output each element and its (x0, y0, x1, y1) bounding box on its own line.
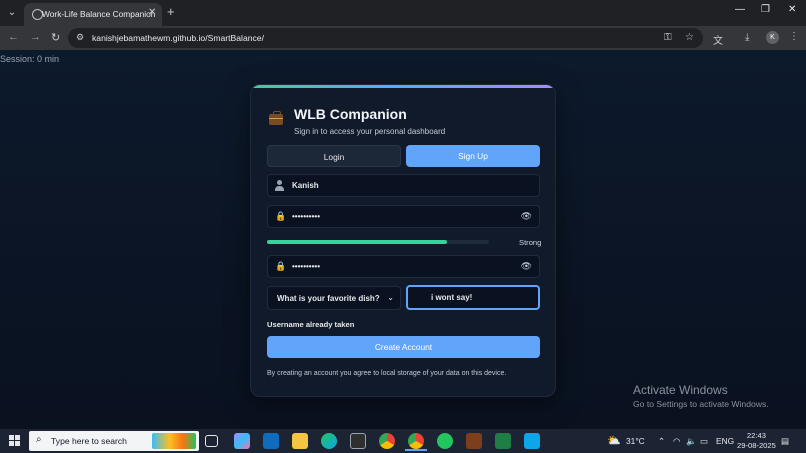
lock-icon: 🔒 (275, 211, 287, 221)
network-icon[interactable]: ◠ (673, 436, 680, 446)
username-field[interactable]: Kanish (267, 174, 540, 197)
auth-card: WLB Companion Sign in to access your per… (250, 84, 556, 397)
security-question-value: What is your favorite dish? (277, 294, 380, 303)
tray-chevron-icon[interactable]: ⌃ (658, 436, 665, 446)
password-strength-fill (267, 240, 447, 244)
volume-icon[interactable]: 🔈 (686, 436, 696, 447)
battery-icon[interactable]: ▭ (700, 436, 708, 446)
card-subtitle: Sign in to access your personal dashboar… (294, 127, 446, 136)
tab-title: Work-Life Balance Companion (42, 9, 156, 19)
back-icon[interactable]: ← (8, 31, 19, 43)
user-icon (275, 180, 284, 191)
address-bar[interactable]: ⚙ kanishjebamathewm.github.io/SmartBalan… (68, 28, 703, 48)
browser-tab-bar: ⌄ Work-Life Balance Companion ✕ + — ❐ ✕ (0, 0, 806, 26)
password-value: •••••••••• (292, 212, 321, 221)
window-close-icon[interactable]: ✕ (788, 4, 796, 15)
new-tab-icon[interactable]: + (167, 4, 175, 19)
weather-temp: 31°C (626, 436, 645, 446)
taskbar-search-placeholder: Type here to search (51, 436, 127, 446)
menu-icon[interactable]: ⋮ (789, 31, 799, 42)
tab-login[interactable]: Login (267, 145, 401, 167)
confirm-password-value: •••••••••• (292, 262, 321, 271)
search-icon: ⌕ (36, 434, 42, 445)
forward-icon[interactable]: → (30, 31, 41, 43)
briefcase-icon (269, 111, 283, 125)
activate-windows-title: Activate Windows (633, 383, 728, 397)
card-accent-bar (251, 85, 555, 88)
search-highlight-icon (152, 433, 196, 449)
security-answer-value: i wont say! (431, 293, 473, 302)
language-indicator[interactable]: ENG (716, 436, 734, 446)
error-message: Username already taken (267, 320, 355, 329)
security-answer-input[interactable]: i wont say! (406, 285, 540, 310)
bookmark-star-icon[interactable]: ☆ (685, 32, 694, 43)
terms-text: By creating an account you agree to loca… (267, 370, 507, 377)
copilot-icon[interactable] (234, 433, 250, 449)
card-title: WLB Companion (294, 106, 407, 122)
password-key-icon[interactable]: ⚿ (664, 32, 672, 43)
translate-icon[interactable]: 文 (713, 32, 723, 47)
password-strength-label: Strong (519, 238, 542, 247)
reload-icon[interactable]: ↻ (51, 31, 60, 44)
close-icon[interactable]: ✕ (148, 7, 156, 18)
edge-icon[interactable] (321, 433, 337, 449)
windows-taskbar: ⌕ Type here to search ⛅ 31°C ⌃ ◠ 🔈 ▭ ENG… (0, 429, 806, 453)
download-icon[interactable]: ⤓ (745, 32, 749, 43)
clock-date: 29-08-2025 (737, 441, 776, 450)
chevron-down-icon: ⌄ (387, 293, 394, 302)
restore-icon[interactable]: ❐ (761, 4, 770, 15)
create-account-button[interactable]: Create Account (267, 336, 540, 358)
page-body: Session: 0 min WLB Companion Sign in to … (0, 50, 806, 429)
lock-icon: 🔒 (275, 261, 287, 271)
site-info-icon[interactable]: ⚙ (76, 32, 84, 43)
url-text: kanishjebamathewm.github.io/SmartBalance… (92, 33, 264, 43)
tab-search-icon[interactable]: ⌄ (4, 5, 20, 21)
clock-time: 22:43 (746, 431, 766, 440)
tab-signup[interactable]: Sign Up (406, 145, 540, 167)
notifications-icon[interactable]: ▤ (781, 436, 789, 446)
excel-icon[interactable] (495, 433, 511, 449)
password-field[interactable]: 🔒 •••••••••• 👁 (267, 205, 540, 228)
taskbar-search-input[interactable]: ⌕ Type here to search (29, 431, 199, 451)
profile-avatar[interactable]: K (766, 31, 779, 44)
eye-icon[interactable]: 👁 (521, 211, 532, 222)
task-view-icon[interactable] (205, 435, 218, 447)
chrome-icon[interactable] (379, 433, 395, 449)
username-value: Kanish (292, 181, 319, 190)
weather-icon[interactable]: ⛅ (607, 434, 621, 447)
confirm-password-field[interactable]: 🔒 •••••••••• 👁 (267, 255, 540, 278)
active-app-indicator (405, 449, 427, 451)
eye-icon[interactable]: 👁 (521, 261, 532, 272)
vscode-icon[interactable] (524, 433, 540, 449)
security-question-select[interactable]: What is your favorite dish? ⌄ (267, 286, 401, 310)
minimize-icon[interactable]: — (735, 4, 745, 15)
password-strength-bar (267, 240, 489, 244)
whatsapp-icon[interactable] (437, 433, 453, 449)
winrar-icon[interactable] (466, 433, 482, 449)
activate-windows-subtitle: Go to Settings to activate Windows. (633, 399, 769, 409)
session-timer: Session: 0 min (0, 54, 60, 64)
windows-start-icon[interactable] (9, 435, 20, 446)
clock[interactable]: 22:43 29-08-2025 (737, 431, 776, 451)
outlook-icon[interactable] (263, 433, 279, 449)
browser-tab[interactable]: Work-Life Balance Companion ✕ (24, 3, 162, 26)
file-explorer-icon[interactable] (292, 433, 308, 449)
store-icon[interactable] (350, 433, 366, 449)
chrome-active-icon[interactable] (408, 433, 424, 449)
browser-toolbar: ← → ↻ ⚙ kanishjebamathewm.github.io/Smar… (0, 26, 806, 50)
